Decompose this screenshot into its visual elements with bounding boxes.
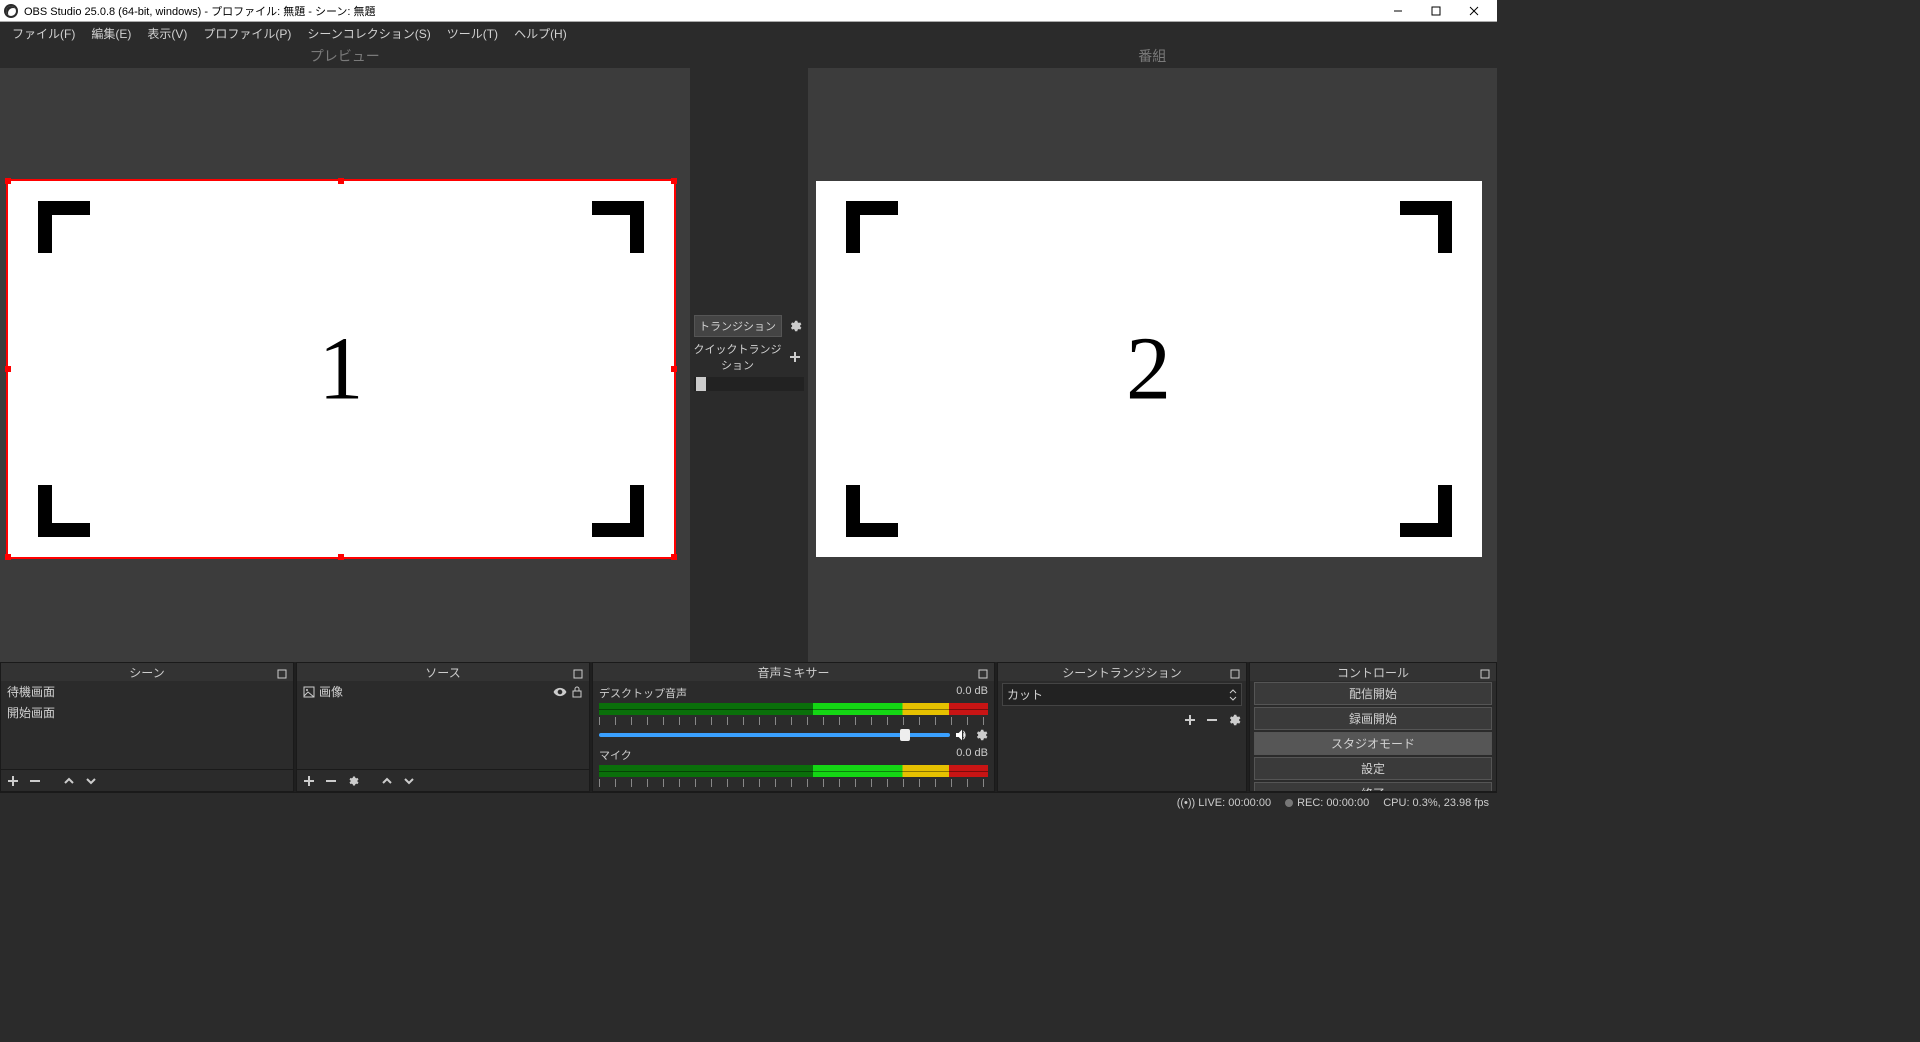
menubar: ファイル(F) 編集(E) 表示(V) プロファイル(P) シーンコレクション(… (0, 22, 1497, 44)
visibility-icon[interactable] (553, 685, 567, 699)
dock-area: シーン 待機画面 開始画面 ソース 画像 (0, 662, 1497, 792)
transition-gear-icon[interactable] (786, 317, 804, 335)
minimize-button[interactable] (1379, 1, 1417, 21)
preview-source-box[interactable]: 1 (8, 181, 674, 557)
source-up-icon[interactable] (379, 773, 395, 789)
settings-button[interactable]: 設定 (1254, 757, 1492, 780)
start-record-button[interactable]: 録画開始 (1254, 707, 1492, 730)
scenes-title: シーン (129, 664, 164, 681)
add-scene-icon[interactable] (5, 773, 21, 789)
source-label: 画像 (319, 683, 343, 700)
menu-tools[interactable]: ツール(T) (439, 23, 506, 44)
add-source-icon[interactable] (301, 773, 317, 789)
mixer-channel: デスクトップ音声 0.0 dB (593, 683, 994, 745)
program-canvas[interactable]: 2 (808, 68, 1498, 662)
channel-db: 0.0 dB (956, 685, 988, 701)
channel-gear-icon[interactable] (974, 790, 988, 791)
source-gear-icon[interactable] (345, 773, 361, 789)
channel-gear-icon[interactable] (974, 728, 988, 742)
mixer-title: 音声ミキサー (757, 664, 829, 681)
preview-label-right: 番組 (808, 44, 1498, 68)
db-scale (599, 779, 988, 787)
scenes-dock: シーン 待機画面 開始画面 (0, 662, 294, 792)
preview-canvas-left[interactable]: 1 (0, 68, 690, 662)
channel-name: デスクトップ音声 (599, 685, 687, 701)
image-icon (303, 686, 315, 698)
scene-transitions-dock: シーントランジション カット (997, 662, 1247, 792)
window-title: OBS Studio 25.0.8 (64-bit, windows) - プロ… (24, 3, 376, 19)
dock-popout-icon[interactable] (569, 665, 587, 683)
transition-select[interactable]: カット (1002, 683, 1242, 706)
scene-item[interactable]: 開始画面 (1, 702, 293, 723)
statusbar: ((•)) LIVE: 00:00:00 REC: 00:00:00 CPU: … (0, 792, 1497, 812)
status-rec: REC: 00:00:00 (1297, 797, 1369, 809)
controls-dock: コントロール 配信開始 録画開始 スタジオモード 設定 終了 (1249, 662, 1497, 792)
scene-item[interactable]: 待機画面 (1, 681, 293, 702)
scene-up-icon[interactable] (61, 773, 77, 789)
titlebar: OBS Studio 25.0.8 (64-bit, windows) - プロ… (0, 0, 1497, 22)
broadcast-icon: ((•)) (1177, 797, 1196, 809)
volume-meter (599, 765, 988, 777)
quick-transition-add-icon[interactable] (786, 348, 804, 366)
dock-popout-icon[interactable] (1226, 665, 1244, 683)
speaker-muted-icon[interactable] (954, 789, 970, 791)
menu-profile[interactable]: プロファイル(P) (195, 23, 299, 44)
app-icon (4, 4, 18, 18)
dock-popout-icon[interactable] (273, 665, 291, 683)
exit-button[interactable]: 終了 (1254, 782, 1492, 791)
source-item[interactable]: 画像 (297, 681, 589, 702)
status-cpu: CPU: 0.3%, 23.98 fps (1383, 797, 1489, 809)
sources-title: ソース (425, 664, 460, 681)
remove-source-icon[interactable] (323, 773, 339, 789)
menu-help[interactable]: ヘルプ(H) (506, 23, 575, 44)
dock-popout-icon[interactable] (1476, 665, 1494, 683)
preview-label-left: プレビュー (0, 44, 690, 68)
transition-button[interactable]: トランジション (694, 315, 782, 337)
menu-edit[interactable]: 編集(E) (83, 23, 139, 44)
transition-props-gear-icon[interactable] (1226, 712, 1242, 728)
chevron-updown-icon (1229, 689, 1237, 701)
maximize-button[interactable] (1417, 1, 1455, 21)
scene-trans-title: シーントランジション (1062, 664, 1181, 681)
program-source-box: 2 (816, 181, 1482, 557)
speaker-icon[interactable] (954, 727, 970, 743)
remove-transition-icon[interactable] (1204, 712, 1220, 728)
menu-file[interactable]: ファイル(F) (4, 23, 83, 44)
dock-popout-icon[interactable] (974, 665, 992, 683)
transition-selected-label: カット (1007, 686, 1043, 703)
quick-transition-label: クイックトランジション (694, 341, 782, 373)
status-live: LIVE: 00:00:00 (1198, 797, 1271, 809)
controls-title: コントロール (1337, 664, 1409, 681)
remove-scene-icon[interactable] (27, 773, 43, 789)
start-stream-button[interactable]: 配信開始 (1254, 682, 1492, 705)
transition-column: トランジション クイックトランジション (690, 44, 808, 662)
volume-slider[interactable] (599, 733, 950, 737)
menu-scenecol[interactable]: シーンコレクション(S) (299, 23, 438, 44)
studio-mode-button[interactable]: スタジオモード (1254, 732, 1492, 755)
preview-scene-number: 1 (319, 318, 364, 421)
close-button[interactable] (1455, 1, 1493, 21)
mixer-dock: 音声ミキサー デスクトップ音声 0.0 dB マイク 0.0 dB (592, 662, 995, 792)
source-down-icon[interactable] (401, 773, 417, 789)
program-scene-number: 2 (1126, 318, 1171, 421)
scene-down-icon[interactable] (83, 773, 99, 789)
sources-dock: ソース 画像 (296, 662, 590, 792)
mixer-channel: マイク 0.0 dB (593, 745, 994, 791)
preview-area: プレビュー 1 トランジション クイッ (0, 44, 1497, 662)
db-scale (599, 717, 988, 725)
channel-db: 0.0 dB (956, 747, 988, 763)
record-dot-icon (1285, 799, 1293, 807)
add-transition-icon[interactable] (1182, 712, 1198, 728)
menu-view[interactable]: 表示(V) (139, 23, 195, 44)
lock-icon[interactable] (571, 686, 583, 698)
channel-name: マイク (599, 747, 632, 763)
volume-meter (599, 703, 988, 715)
transition-slider[interactable] (694, 377, 804, 391)
